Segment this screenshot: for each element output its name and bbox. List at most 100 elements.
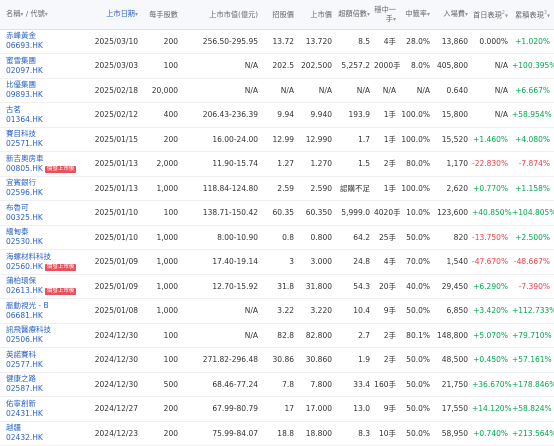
- cell-day1: N/A: [494, 85, 508, 95]
- stock-code[interactable]: 06681.HK: [6, 311, 80, 321]
- stock-name[interactable]: 比優集團: [6, 80, 80, 90]
- cell-listprice: 3.220: [310, 306, 332, 316]
- stock-code[interactable]: 01364.HK: [6, 115, 80, 125]
- cell-fee: 2,620: [446, 183, 468, 193]
- table-row[interactable]: 越疆 02432.HK 2024/12/23 200 75.99-84.07 18.8 18…: [0, 421, 554, 446]
- table-row[interactable]: 海螺材料科技 02560.HK 價發上市後 2025/01/09 1,000 17.40-…: [0, 250, 554, 275]
- table-row[interactable]: 賽目科技 02571.HK 2025/01/15 200 16.00-24.00 12.9…: [0, 127, 554, 152]
- table-row[interactable]: 赤峰黃金 06693.HK 2025/03/10 200 256.50-295.95 13…: [0, 29, 554, 54]
- stock-name[interactable]: 赤峰黃金: [6, 31, 80, 41]
- cell-lots: 9手: [383, 404, 396, 414]
- stock-code[interactable]: 02613.HK 價發上市後: [6, 286, 80, 296]
- table-row[interactable]: 佑寧創新 02431.HK 2024/12/27 200 67.99-80.79 17 17…: [0, 397, 554, 422]
- stock-name-cell[interactable]: 佑寧創新 02431.HK: [0, 397, 84, 422]
- stock-name[interactable]: 賽目科技: [6, 129, 80, 139]
- table-body: 赤峰黃金 06693.HK 2025/03/10 200 256.50-295.95 13…: [0, 29, 554, 446]
- stock-name[interactable]: 蜜雪集團: [6, 56, 80, 66]
- stock-name-cell[interactable]: 健康之路 02587.HK: [0, 372, 84, 397]
- stock-name[interactable]: 佑寧創新: [6, 399, 80, 409]
- stock-name[interactable]: 越疆: [6, 423, 80, 433]
- table-row[interactable]: 布魯可 00325.HK 2025/01/10 100 138.71-150.42 60.…: [0, 201, 554, 226]
- stock-code[interactable]: 00325.HK: [6, 213, 80, 223]
- stock-code[interactable]: 02431.HK: [6, 409, 80, 419]
- stock-name[interactable]: 蒲柏環保: [6, 276, 80, 286]
- header-rate[interactable]: 中籤率▾: [400, 0, 434, 30]
- stock-name[interactable]: 緬甸泰: [6, 227, 80, 237]
- stock-code[interactable]: 02506.HK: [6, 335, 80, 345]
- stock-name-cell[interactable]: 蒲柏環保 02613.HK 價發上市後: [0, 274, 84, 299]
- table-row[interactable]: 比優集團 09893.HK 2025/02/18 20,000 N/A N/A N/A N/A…: [0, 78, 554, 103]
- stock-code[interactable]: 02571.HK: [6, 139, 80, 149]
- stock-name-cell[interactable]: 比優集團 09893.HK: [0, 78, 84, 103]
- stock-name[interactable]: 新吉奧房車: [6, 154, 80, 164]
- stock-name[interactable]: 布魯可: [6, 203, 80, 213]
- cell-cap: 271.82-296.48: [202, 355, 258, 365]
- table-row[interactable]: 蒲柏環保 02613.HK 價發上市後 2025/01/09 1,000 12.70-15…: [0, 274, 554, 299]
- stock-code[interactable]: 02596.HK: [6, 188, 80, 198]
- stock-code[interactable]: 02587.HK: [6, 384, 80, 394]
- header-lot[interactable]: 每手股數: [142, 0, 182, 30]
- stock-name-cell[interactable]: 宜賓銀行 02596.HK: [0, 176, 84, 201]
- stock-name-cell[interactable]: 訊飛醫療科技 02506.HK: [0, 323, 84, 348]
- stock-name[interactable]: 健康之路: [6, 374, 80, 384]
- header-lots[interactable]: 穩中一手▾: [374, 0, 400, 30]
- cell-cap: 118.84-124.80: [202, 183, 258, 193]
- stock-name[interactable]: 宜賓銀行: [6, 178, 80, 188]
- stock-name-cell[interactable]: 蜜雪集團 02097.HK: [0, 54, 84, 79]
- stock-code[interactable]: 09893.HK: [6, 90, 80, 100]
- stock-code[interactable]: 02530.HK: [6, 237, 80, 247]
- header-name-code[interactable]: 名稱▾ / 代號▾: [0, 0, 84, 30]
- stock-name-cell[interactable]: 布魯可 00325.HK: [0, 201, 84, 226]
- cell-listprice: 3.000: [310, 257, 332, 267]
- stock-name-cell[interactable]: 英諾賽科 02577.HK: [0, 348, 84, 373]
- cell-fee: 15,800: [441, 110, 468, 120]
- stock-code[interactable]: 02432.HK: [6, 433, 80, 443]
- table-row[interactable]: 古茗 01364.HK 2025/02/12 400 206.43-236.39 9.94…: [0, 103, 554, 128]
- cell-listprice: 17.000: [305, 404, 332, 414]
- cell-fee: 405,800: [436, 61, 468, 71]
- stock-code[interactable]: 02577.HK: [6, 360, 80, 370]
- cell-cap: 67.99-80.79: [212, 404, 258, 414]
- table-row[interactable]: 宜賓銀行 02596.HK 2025/01/13 1,000 118.84-124.80…: [0, 176, 554, 201]
- stock-name[interactable]: 英諾賽科: [6, 350, 80, 360]
- stock-code[interactable]: 00805.HK 價發上市後: [6, 164, 80, 174]
- table-row[interactable]: 蜜雪集團 02097.HK 2025/03/03 100 N/A 202.5 202.500…: [0, 54, 554, 79]
- cell-lot: 1,000: [156, 232, 178, 242]
- header-oversub[interactable]: 超額倍數▾: [336, 0, 374, 30]
- stock-name-cell[interactable]: 賽目科技 02571.HK: [0, 127, 84, 152]
- stock-name-cell[interactable]: 海螺材料科技 02560.HK 價發上市後: [0, 250, 84, 275]
- cell-fee: 1,540: [446, 257, 468, 267]
- cell-fee: 48,500: [441, 355, 468, 365]
- stock-name[interactable]: 脈動視光 - B: [6, 301, 80, 311]
- stock-name-cell[interactable]: 新吉奧房車 00805.HK 價發上市後: [0, 152, 84, 177]
- stock-name[interactable]: 訊飛醫療科技: [6, 325, 80, 335]
- header-day1[interactable]: 首日表現2▾: [472, 0, 512, 30]
- stock-name[interactable]: 海螺材料科技: [6, 252, 80, 262]
- stock-code[interactable]: 02560.HK 價發上市後: [6, 262, 80, 272]
- header-cum[interactable]: 累積表現3▾: [512, 0, 554, 30]
- cell-rate: 50.0%: [406, 232, 430, 242]
- stock-name-cell[interactable]: 脈動視光 - B 06681.HK: [0, 299, 84, 324]
- stock-name-cell[interactable]: 越疆 02432.HK: [0, 421, 84, 446]
- stock-name-cell[interactable]: 緬甸泰 02530.HK: [0, 225, 84, 250]
- stock-name-cell[interactable]: 赤峰黃金 06693.HK: [0, 29, 84, 54]
- table-row[interactable]: 健康之路 02587.HK 2024/12/30 500 68.46-77.24 7.8 7…: [0, 372, 554, 397]
- stock-name-cell[interactable]: 古茗 01364.HK: [0, 103, 84, 128]
- table-row[interactable]: 脈動視光 - B 06681.HK 2025/01/08 1,000 N/A 3.22 3.…: [0, 299, 554, 324]
- table-row[interactable]: 英諾賽科 02577.HK 2024/12/30 100 271.82-296.48 30…: [0, 348, 554, 373]
- table-row[interactable]: 緬甸泰 02530.HK 2025/01/10 1,000 8.00-10.90 0.8 0…: [0, 225, 554, 250]
- cell-cap: 138.71-150.42: [202, 208, 258, 218]
- table-row[interactable]: 訊飛醫療科技 02506.HK 2024/12/30 100 N/A 82.8 82.800…: [0, 323, 554, 348]
- stock-code[interactable]: 02097.HK: [6, 66, 80, 76]
- header-cap[interactable]: 上市市值(億元): [182, 0, 262, 30]
- table-row[interactable]: 新吉奧房車 00805.HK 價發上市後 2025/01/13 2,000 11.90-1…: [0, 152, 554, 177]
- header-listprice[interactable]: 上市價: [298, 0, 336, 30]
- header-date[interactable]: 上市日期▾: [84, 0, 142, 30]
- stock-name[interactable]: 古茗: [6, 105, 80, 115]
- stock-code[interactable]: 06693.HK: [6, 41, 80, 51]
- cell-cap: 206.43-236.39: [202, 110, 258, 120]
- stock-code-text: 02571.HK: [6, 139, 43, 149]
- header-fee[interactable]: 入場費▾: [434, 0, 472, 30]
- sort-arrow-icon: ▾: [134, 11, 138, 19]
- header-price[interactable]: 招股價: [262, 0, 298, 30]
